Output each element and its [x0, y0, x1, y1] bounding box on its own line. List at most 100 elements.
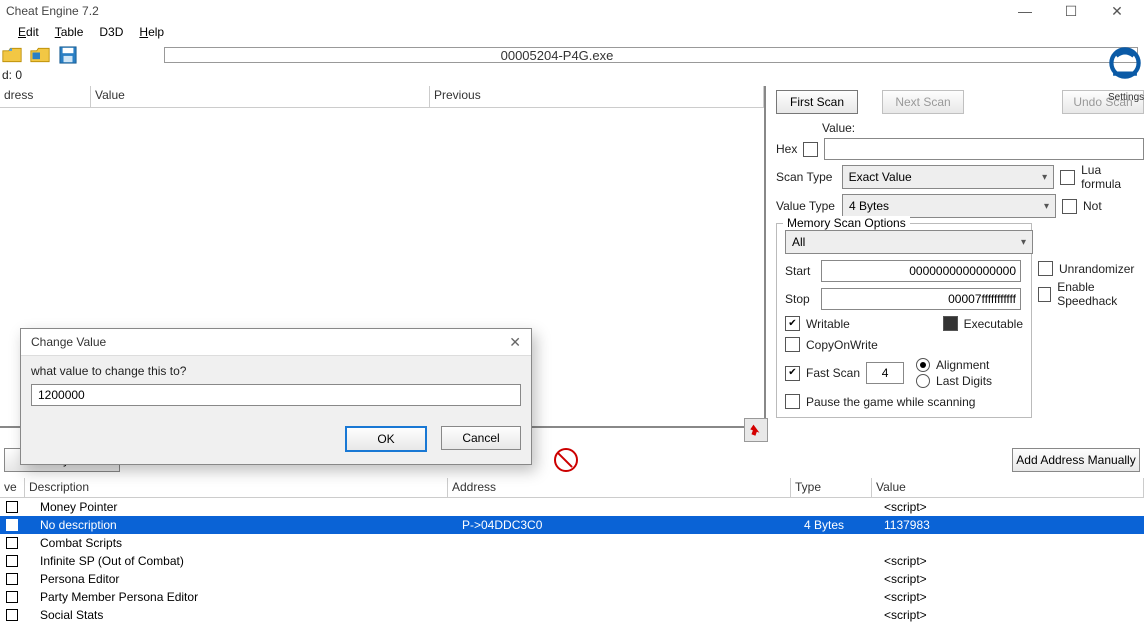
- scan-type-label: Scan Type: [776, 170, 836, 184]
- lua-checkbox[interactable]: [1060, 170, 1075, 185]
- table-row[interactable]: No descriptionP->04DDC3C04 Bytes1137983: [0, 516, 1144, 534]
- col-value[interactable]: Value: [91, 86, 430, 108]
- not-checkbox[interactable]: [1062, 199, 1077, 214]
- row-value: <script>: [880, 571, 1144, 587]
- menu-table[interactable]: Table: [47, 23, 92, 41]
- fastscan-input[interactable]: [866, 362, 904, 384]
- table-row[interactable]: Money Pointer <script>: [0, 498, 1144, 516]
- row-value: <script>: [880, 607, 1144, 623]
- dialog-cancel-button[interactable]: Cancel: [441, 426, 521, 450]
- memopts-title: Memory Scan Options: [783, 216, 910, 230]
- active-checkbox[interactable]: [6, 573, 18, 585]
- row-address: [458, 542, 800, 544]
- row-type: [800, 578, 880, 580]
- value-type-select[interactable]: 4 Bytes: [842, 194, 1056, 218]
- settings-label: Settings: [1108, 92, 1142, 103]
- row-type: [800, 560, 880, 562]
- executable-checkbox[interactable]: [943, 316, 958, 331]
- dialog-ok-button[interactable]: OK: [345, 426, 427, 452]
- unrandomizer-label: Unrandomizer: [1059, 262, 1134, 276]
- col-active[interactable]: ve: [0, 478, 25, 498]
- row-type: [800, 506, 880, 508]
- col-description[interactable]: Description: [25, 478, 448, 498]
- row-type: [800, 596, 880, 598]
- col-previous[interactable]: Previous: [430, 86, 764, 108]
- cheat-engine-logo-icon[interactable]: Settings: [1108, 46, 1142, 92]
- first-scan-button[interactable]: First Scan: [776, 90, 858, 114]
- value-label: Value:: [822, 121, 855, 135]
- lua-label: Lua formula: [1081, 163, 1144, 191]
- minimize-button[interactable]: —: [1002, 0, 1048, 22]
- hex-label: Hex: [776, 142, 797, 156]
- alignment-radio[interactable]: [916, 358, 930, 372]
- row-value: <script>: [880, 499, 1144, 515]
- row-address: [458, 614, 800, 616]
- cow-checkbox[interactable]: [785, 337, 800, 352]
- dialog-close-button[interactable]: ✕: [509, 334, 521, 351]
- writable-checkbox[interactable]: [785, 316, 800, 331]
- active-checkbox[interactable]: [6, 591, 18, 603]
- active-checkbox[interactable]: [6, 609, 18, 621]
- change-value-dialog: Change Value ✕ what value to change this…: [20, 328, 532, 465]
- table-row[interactable]: Social Stats <script>: [0, 606, 1144, 624]
- value-type-label: Value Type: [776, 199, 836, 213]
- alignment-label: Alignment: [936, 358, 989, 372]
- active-checkbox[interactable]: [6, 555, 18, 567]
- row-description: Combat Scripts: [24, 535, 458, 551]
- table-row[interactable]: Infinite SP (Out of Combat)<script>: [0, 552, 1144, 570]
- table-row[interactable]: Persona Editor<script>: [0, 570, 1144, 588]
- lastdigits-radio[interactable]: [916, 374, 930, 388]
- add-address-manually-button[interactable]: Add Address Manually: [1012, 448, 1140, 472]
- lastdigits-label: Last Digits: [936, 374, 992, 388]
- start-label: Start: [785, 264, 815, 278]
- row-type: 4 Bytes: [800, 517, 880, 533]
- col-address[interactable]: dress: [0, 86, 91, 108]
- menu-help[interactable]: Help: [131, 23, 172, 41]
- row-description: Money Pointer: [24, 499, 458, 515]
- address-list[interactable]: ve Description Address Type Value Money …: [0, 478, 1144, 640]
- active-checkbox[interactable]: [6, 537, 18, 549]
- speedhack-checkbox[interactable]: [1038, 287, 1051, 302]
- row-address: [458, 560, 800, 562]
- not-label: Not: [1083, 199, 1102, 213]
- add-to-list-arrow-icon[interactable]: [744, 418, 768, 442]
- start-input[interactable]: [821, 260, 1021, 282]
- pause-checkbox[interactable]: [785, 394, 800, 409]
- stop-label: Stop: [785, 292, 815, 306]
- maximize-button[interactable]: ☐: [1048, 0, 1094, 22]
- close-button[interactable]: ✕: [1094, 0, 1140, 22]
- fastscan-checkbox[interactable]: [785, 366, 800, 381]
- menu-edit[interactable]: Edit: [10, 23, 47, 41]
- active-checkbox[interactable]: [6, 501, 18, 513]
- cow-label: CopyOnWrite: [806, 338, 878, 352]
- col-type[interactable]: Type: [791, 478, 872, 498]
- row-value: <script>: [880, 589, 1144, 605]
- dialog-value-input[interactable]: [31, 384, 521, 406]
- unrandomizer-checkbox[interactable]: [1038, 261, 1053, 276]
- active-checkbox[interactable]: [6, 519, 18, 531]
- table-row[interactable]: Combat Scripts: [0, 534, 1144, 552]
- region-select[interactable]: All: [785, 230, 1033, 254]
- menu-edit-rest: dit: [26, 25, 39, 39]
- row-address: [458, 596, 800, 598]
- row-value: [880, 542, 1144, 544]
- row-description: Social Stats: [24, 607, 458, 623]
- row-address: P->04DDC3C0: [458, 517, 800, 533]
- col-address-h[interactable]: Address: [448, 478, 791, 498]
- next-scan-button[interactable]: Next Scan: [882, 90, 964, 114]
- process-title: 00005204-P4G.exe: [0, 48, 1114, 63]
- window-title: Cheat Engine 7.2: [4, 4, 1002, 18]
- dialog-title: Change Value: [31, 335, 106, 349]
- value-input[interactable]: [824, 138, 1144, 160]
- row-value: 1137983: [880, 517, 1144, 533]
- found-count: d: 0: [0, 68, 1144, 86]
- col-value-h[interactable]: Value: [872, 478, 1144, 498]
- row-description: Infinite SP (Out of Combat): [24, 553, 458, 569]
- hex-checkbox[interactable]: [803, 142, 818, 157]
- menu-d3d[interactable]: D3D: [91, 23, 131, 41]
- stop-input[interactable]: [821, 288, 1021, 310]
- no-entry-icon[interactable]: [554, 448, 578, 472]
- scan-type-select[interactable]: Exact Value: [842, 165, 1055, 189]
- table-row[interactable]: Party Member Persona Editor<script>: [0, 588, 1144, 606]
- memory-scan-options: Memory Scan Options All Start Stop Writa…: [776, 223, 1032, 418]
